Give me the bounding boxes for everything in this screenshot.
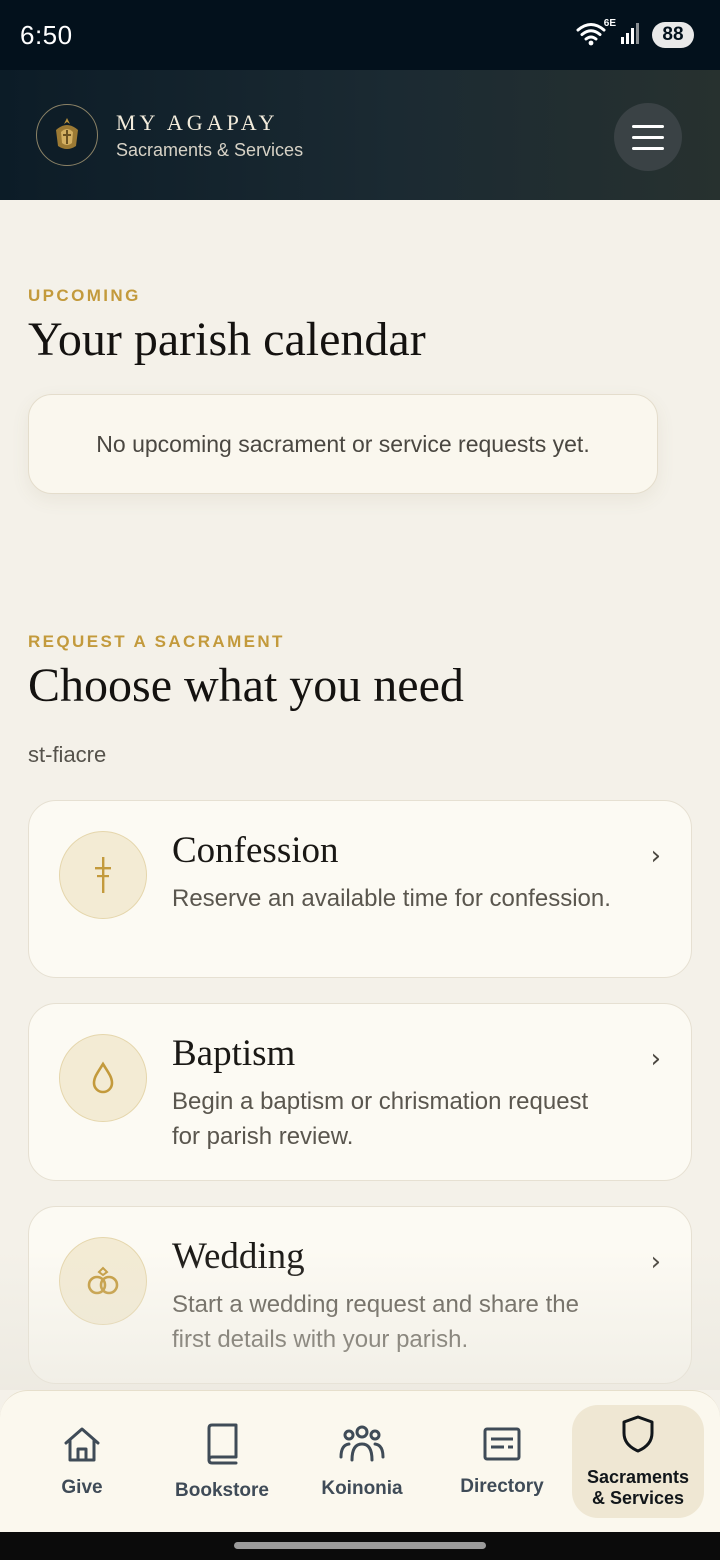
menu-button[interactable] (614, 103, 682, 171)
service-card-wedding[interactable]: Wedding Start a wedding request and shar… (28, 1206, 692, 1384)
request-section: REQUEST A SACRAMENT Choose what you need (28, 632, 464, 713)
gesture-bar (0, 1532, 720, 1560)
community-icon (339, 1424, 385, 1470)
request-eyebrow: REQUEST A SACRAMENT (28, 632, 285, 651)
bottom-nav: Give Bookstore Koinonia Directory Sacram… (0, 1390, 720, 1532)
service-card-baptism[interactable]: Baptism Begin a baptism or chrismation r… (28, 1003, 692, 1181)
parish-logo-icon[interactable] (36, 104, 98, 166)
nav-label: Directory (460, 1475, 544, 1497)
nav-label: Koinonia (321, 1477, 403, 1499)
wifi-icon: 6E (576, 18, 616, 48)
book-icon (203, 1422, 241, 1472)
chevron-right-icon: › (650, 841, 661, 871)
battery-icon: 88 (652, 22, 694, 48)
upcoming-eyebrow: UPCOMING (28, 286, 141, 305)
chevron-right-icon: › (650, 1247, 661, 1277)
nav-item-directory[interactable]: Directory (432, 1405, 572, 1518)
water-drop-icon (59, 1034, 147, 1122)
status-bar: 6:50 6E 88 (0, 0, 720, 70)
upcoming-title: Your parish calendar (28, 313, 426, 366)
cross-icon (59, 831, 147, 919)
nav-label: Bookstore (175, 1479, 269, 1501)
chevron-right-icon: › (650, 1044, 661, 1074)
request-title: Choose what you need (28, 659, 464, 712)
directory-icon (482, 1426, 522, 1468)
upcoming-section: UPCOMING Your parish calendar (28, 286, 426, 367)
brand-name: MY AGAPAY (116, 109, 279, 135)
service-description: Start a wedding request and share the fi… (172, 1291, 579, 1353)
service-card-confession[interactable]: Confession Reserve an available time for… (28, 800, 692, 978)
empty-calendar-card: No upcoming sacrament or service request… (28, 394, 658, 494)
status-time: 6:50 (20, 19, 73, 50)
service-description: Begin a baptism or chrismation request f… (172, 1088, 589, 1150)
nav-item-sacraments-services[interactable]: Sacraments & Services (572, 1405, 704, 1518)
shield-icon (620, 1414, 656, 1459)
signal-icon (620, 21, 642, 49)
home-icon (62, 1425, 102, 1469)
service-title: Confession (172, 830, 339, 871)
brand: MY AGAPAY Sacraments & Services (116, 110, 303, 161)
nav-item-bookstore[interactable]: Bookstore (152, 1405, 292, 1518)
nav-item-give[interactable]: Give (12, 1405, 152, 1518)
service-title: Wedding (172, 1236, 305, 1277)
rings-icon (59, 1237, 147, 1325)
service-description: Reserve an available time for confession… (172, 885, 611, 912)
nav-item-koinonia[interactable]: Koinonia (292, 1405, 432, 1518)
nav-label: Give (61, 1476, 103, 1498)
network-tag: 6E (603, 18, 616, 29)
parish-slug: st-fiacre (28, 742, 107, 767)
hamburger-menu-icon (632, 124, 664, 128)
nav-label: Sacraments & Services (586, 1467, 690, 1508)
service-title: Baptism (172, 1033, 296, 1074)
app-header: MY AGAPAY Sacraments & Services (0, 70, 720, 200)
status-icons: 6E 88 (576, 18, 694, 49)
header-subtitle: Sacraments & Services (116, 139, 304, 160)
home-gesture-handle[interactable] (234, 1542, 486, 1549)
